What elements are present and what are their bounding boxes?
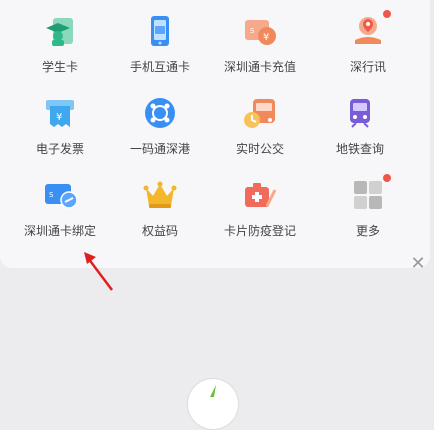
student-card-icon [43, 14, 77, 48]
service-card-bind[interactable]: S 深圳通卡绑定 [10, 178, 110, 248]
service-metro-query[interactable]: 地铁查询 [310, 96, 410, 166]
service-realtime-bus[interactable]: 实时公交 [210, 96, 310, 166]
service-student-card[interactable]: 学生卡 [10, 14, 110, 84]
service-label: 实时公交 [235, 142, 284, 156]
card-recharge-icon: S ¥ [243, 14, 277, 48]
center-action-button[interactable] [187, 378, 239, 430]
service-label: 深圳通卡绑定 [23, 224, 96, 238]
service-label: 深行讯 [349, 60, 386, 74]
service-epidemic-register[interactable]: 卡片防疫登记 [210, 178, 310, 248]
service-more[interactable]: 更多 [318, 174, 418, 248]
service-label: 更多 [355, 224, 380, 238]
service-label: 地铁查询 [335, 142, 384, 156]
service-label: 权益码 [141, 224, 178, 238]
close-icon[interactable]: ✕ [410, 255, 426, 273]
leaf-icon [210, 385, 216, 397]
service-qr-sz-hk[interactable]: 一码通深港 [110, 96, 210, 166]
svg-text:S: S [250, 27, 255, 35]
service-label: 手机互通卡 [129, 60, 190, 74]
service-phone-transit-card[interactable]: 手机互通卡 [110, 14, 210, 84]
pointer-arrow-icon [84, 252, 113, 291]
notification-badge [383, 10, 391, 18]
services-grid: 学生卡 手机互通卡 S ¥ 深圳通卡充值 深行讯 ¥ 电子发票 一码通深港 实时… [0, 0, 430, 268]
epidemic-register-icon [243, 178, 277, 212]
service-shenxingxun[interactable]: 深行讯 [318, 10, 418, 84]
shenxingxun-icon [351, 10, 391, 48]
svg-text:¥: ¥ [56, 112, 62, 123]
service-rights-code[interactable]: 权益码 [110, 178, 210, 248]
metro-query-icon [343, 96, 377, 130]
notification-badge [383, 174, 391, 182]
svg-text:S: S [49, 191, 54, 199]
card-bind-icon: S [43, 178, 77, 212]
service-e-invoice[interactable]: ¥ 电子发票 [10, 96, 110, 166]
qr-sz-hk-icon [143, 96, 177, 130]
service-label: 一码通深港 [129, 142, 190, 156]
e-invoice-icon: ¥ [43, 96, 77, 130]
realtime-bus-icon [243, 96, 277, 130]
service-card-recharge[interactable]: S ¥ 深圳通卡充值 [210, 14, 310, 84]
service-label: 卡片防疫登记 [223, 224, 296, 238]
service-label: 电子发票 [35, 142, 84, 156]
phone-transit-card-icon [143, 14, 177, 48]
service-label: 学生卡 [41, 60, 78, 74]
svg-text:¥: ¥ [263, 32, 269, 43]
service-label: 深圳通卡充值 [223, 60, 296, 74]
services-panel: 学生卡 手机互通卡 S ¥ 深圳通卡充值 深行讯 ¥ 电子发票 一码通深港 实时… [0, 0, 430, 268]
more-grid-icon [351, 174, 391, 212]
crown-icon [143, 178, 177, 212]
